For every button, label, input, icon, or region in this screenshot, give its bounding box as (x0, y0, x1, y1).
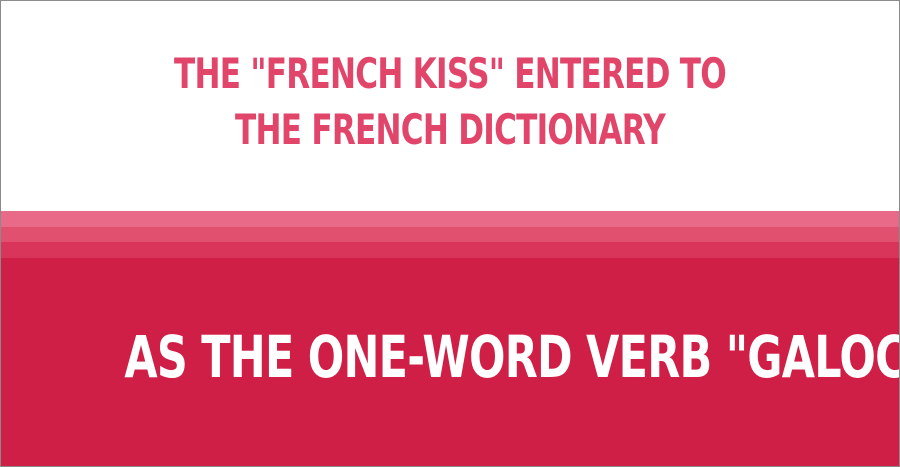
stripe-mid (1, 227, 899, 242)
fact-card: THE "FRENCH KISS" ENTERED TO THE FRENCH … (0, 0, 900, 467)
stripe-light (1, 211, 899, 227)
headline: THE "FRENCH KISS" ENTERED TO THE FRENCH … (174, 49, 727, 154)
stripe-dark (1, 242, 899, 258)
statement-panel: AS THE ONE-WORD VERB "GALOCHER". (1, 258, 899, 466)
statement-text: AS THE ONE-WORD VERB "GALOCHER". (124, 323, 899, 391)
headline-area: THE "FRENCH KISS" ENTERED TO THE FRENCH … (1, 1, 899, 211)
